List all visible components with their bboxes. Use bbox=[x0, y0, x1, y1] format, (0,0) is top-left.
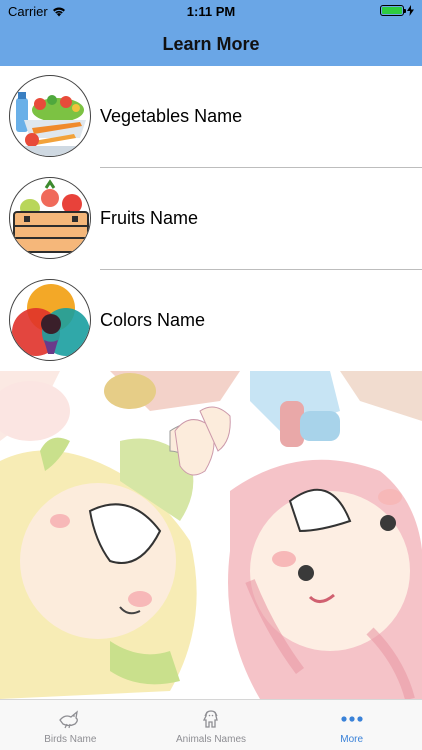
list-item-label: Vegetables Name bbox=[100, 106, 243, 126]
color-wheel-icon bbox=[9, 279, 91, 361]
page-title: Learn More bbox=[162, 34, 260, 54]
tab-animals[interactable]: Animals Names bbox=[141, 700, 282, 750]
tab-label: Animals Names bbox=[175, 734, 247, 745]
list-item-label: Fruits Name bbox=[100, 208, 199, 228]
fruit-crate-icon bbox=[9, 177, 91, 259]
tab-more[interactable]: More bbox=[281, 700, 422, 750]
children-illustration bbox=[0, 371, 422, 699]
dog-icon bbox=[202, 710, 218, 728]
bird-icon bbox=[59, 710, 79, 729]
clock: 1:11 PM bbox=[186, 4, 236, 19]
list-item-fruits[interactable]: Fruits Name bbox=[0, 168, 422, 270]
tab-label: Birds Name bbox=[44, 734, 97, 745]
tab-bar: Birds Name Animals Names More bbox=[0, 699, 422, 750]
battery-indicator bbox=[380, 5, 414, 16]
list-item-label: Colors Name bbox=[100, 310, 206, 330]
charging-bolt-icon bbox=[407, 5, 414, 16]
tab-label: More bbox=[340, 734, 364, 745]
category-list: Vegetables Name Fruits Name Colors Name bbox=[0, 66, 422, 372]
navigation-header: Carrier 1:11 PM Learn More bbox=[0, 0, 422, 66]
more-dots-icon bbox=[341, 716, 363, 722]
tab-birds[interactable]: Birds Name bbox=[0, 700, 141, 750]
status-bar: Carrier 1:11 PM bbox=[0, 0, 422, 22]
list-item-vegetables[interactable]: Vegetables Name bbox=[0, 66, 422, 168]
battery-icon bbox=[380, 5, 406, 16]
battery-level bbox=[382, 7, 402, 14]
vegetables-icon bbox=[9, 75, 91, 157]
list-item-colors[interactable]: Colors Name bbox=[0, 270, 422, 372]
